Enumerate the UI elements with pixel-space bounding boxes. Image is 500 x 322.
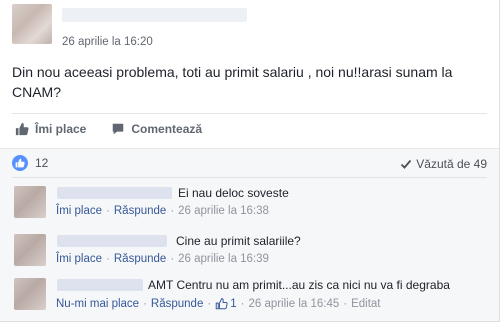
commenter-name[interactable] [57, 187, 172, 199]
thumbs-up-outline-icon [215, 298, 228, 310]
like-button-label: Îmi place [35, 121, 87, 136]
seen-by-label: Văzută de 49 [416, 157, 487, 171]
checkmark-icon [401, 159, 412, 169]
separator-dot: · [343, 297, 348, 310]
separator-dot: · [143, 297, 147, 310]
speech-bubble-icon [113, 123, 124, 134]
thumbs-up-icon [15, 122, 29, 135]
comment-timestamp[interactable]: 26 aprilie la 16:39 [178, 253, 269, 265]
comments-section: 12 Văzută de 49 Ei nau deloc soveste Îmi… [0, 148, 499, 321]
comment-reply-link[interactable]: Răspunde [151, 298, 203, 310]
commenter-name[interactable] [57, 235, 167, 247]
post-card: 26 aprilie la 16:20 Din nou aceeasi prob… [0, 0, 500, 322]
post-text-line-2: CNAM? [12, 84, 62, 100]
comment-like-link[interactable]: Îmi place [56, 253, 102, 265]
comment-edited-label[interactable]: Editat [351, 298, 380, 310]
comment-text: AMT Centru nu am primit...au zis ca nici… [148, 278, 450, 292]
seen-by[interactable]: Văzută de 49 [400, 157, 487, 171]
comment-meta: Nu-mi mai place · Răspunde · 1 · 26 apri… [56, 297, 381, 310]
post-author-name[interactable] [62, 8, 247, 22]
comment-item: Cine au primit salariile? Îmi place · Ră… [12, 234, 487, 280]
like-count[interactable]: 12 [35, 156, 48, 170]
separator-dot: · [207, 297, 212, 310]
reactions-summary: 12 Văzută de 49 [12, 149, 487, 178]
comment-button[interactable]: Comentează [111, 122, 202, 136]
commenter-avatar[interactable] [14, 234, 46, 266]
separator-dot: · [170, 253, 175, 265]
post-author-avatar[interactable] [12, 4, 52, 44]
comment-timestamp[interactable]: 26 aprilie la 16:38 [178, 205, 269, 217]
post-actions-bar: Îmi place Comentează [12, 113, 487, 143]
comment-button-label: Comentează [131, 121, 203, 136]
commenter-name[interactable] [57, 279, 143, 291]
comment-text: Cine au primit salariile? [176, 234, 301, 248]
separator-dot: · [106, 253, 110, 265]
comment-reply-link[interactable]: Răspunde [114, 205, 166, 217]
comment-like-link[interactable]: Îmi place [56, 205, 102, 217]
separator-dot: · [240, 297, 245, 310]
post-timestamp[interactable]: 26 aprilie la 16:20 [62, 36, 153, 48]
like-button[interactable]: Îmi place [15, 122, 86, 136]
comment-item: Ei nau deloc soveste Îmi place · Răspund… [12, 186, 487, 232]
separator-dot: · [106, 205, 110, 217]
comment-text: Ei nau deloc soveste [178, 186, 289, 200]
post-text: Din nou aceeasi problema, toti au primit… [12, 62, 482, 102]
commenter-avatar[interactable] [14, 186, 46, 218]
comment-timestamp[interactable]: 26 aprilie la 16:45 [248, 298, 339, 310]
comment-meta: Îmi place · Răspunde · 26 aprilie la 16:… [56, 253, 269, 265]
separator-dot: · [170, 205, 175, 217]
commenter-avatar[interactable] [14, 278, 46, 310]
comment-meta: Îmi place · Răspunde · 26 aprilie la 16:… [56, 205, 269, 217]
like-reaction-icon[interactable] [12, 155, 28, 171]
post-text-line-1: Din nou aceeasi problema, toti au primit… [12, 64, 453, 80]
comment-unlike-link[interactable]: Nu-mi mai place [56, 298, 139, 310]
comment-reply-link[interactable]: Răspunde [114, 253, 166, 265]
comment-item: AMT Centru nu am primit...au zis ca nici… [12, 278, 487, 322]
comment-like-count[interactable]: 1 [215, 297, 237, 310]
comment-like-count-value: 1 [230, 297, 237, 310]
